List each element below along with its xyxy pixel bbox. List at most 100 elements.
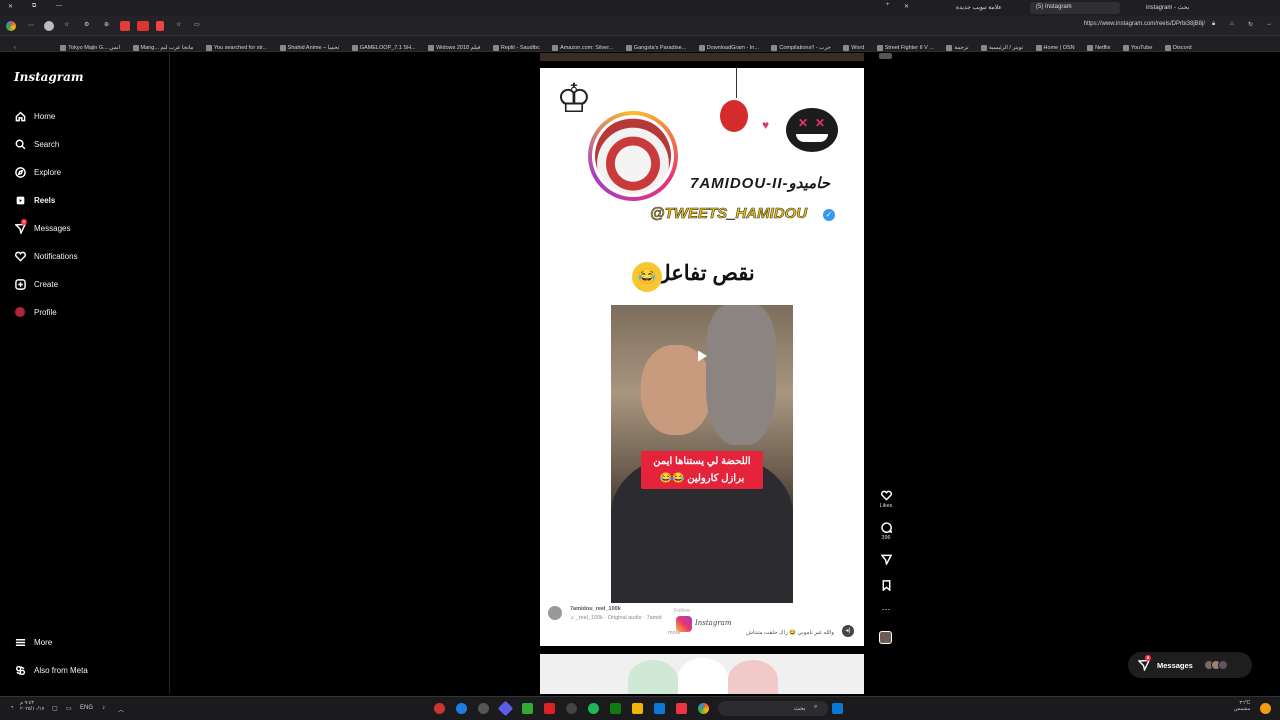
app-icon[interactable] — [478, 703, 489, 714]
adblock-icon[interactable] — [120, 21, 130, 31]
menu-dots-icon[interactable]: ⋯ — [28, 22, 34, 29]
next-reel-peek[interactable] — [540, 654, 864, 694]
save-button[interactable] — [879, 580, 893, 593]
bookmark-item[interactable]: Netflix — [1087, 40, 1110, 51]
comment-button[interactable]: 396 — [879, 522, 893, 541]
windows-start-icon[interactable] — [832, 703, 843, 714]
reload-icon[interactable]: ↻ — [1248, 21, 1253, 28]
minimize-icon[interactable]: — — [56, 3, 62, 9]
home-browser-icon[interactable]: ⌂ — [1230, 21, 1234, 27]
weather-icon[interactable] — [1260, 703, 1271, 714]
tray-expand-icon[interactable]: ︿ — [118, 705, 124, 714]
browser-logo-icon[interactable] — [6, 21, 16, 31]
bookmark-item[interactable]: تويتر / الرئيسية — [980, 40, 1023, 51]
nav-home-label: Home — [34, 111, 56, 121]
nav-create[interactable]: Create — [14, 276, 58, 292]
embedded-video[interactable]: اللحضة لي يستناها ايمن برازل كارولين 😂😂 — [611, 305, 793, 603]
instagram-logo[interactable]: Instagram — [14, 70, 84, 84]
nav-notifications[interactable]: Notifications — [14, 248, 78, 264]
app-icon[interactable] — [676, 703, 687, 714]
taskbar-search[interactable]: بحث ⌕ — [718, 701, 828, 716]
app-icon[interactable] — [434, 703, 445, 714]
restore-icon[interactable]: ⧉ — [32, 3, 36, 10]
bookmark-item[interactable]: Discord — [1164, 40, 1192, 51]
nav-profile[interactable]: Profile — [14, 304, 57, 320]
nav-explore[interactable]: Explore — [14, 164, 61, 180]
forward-icon[interactable]: → — [1266, 21, 1272, 27]
mic-icon[interactable]: ♪ — [102, 705, 105, 711]
bookmark-item[interactable]: Tokyo Majin G... انمي — [60, 40, 120, 51]
display-icon[interactable]: ▭ — [66, 705, 72, 712]
extension-icon[interactable]: ⚙ — [84, 21, 89, 28]
recent-contacts — [1203, 660, 1228, 670]
follow-button[interactable]: Follow — [674, 608, 690, 614]
nav-reels[interactable]: Reels — [14, 192, 55, 208]
bookmark-item[interactable]: You searched for str... — [205, 40, 267, 51]
store-icon[interactable] — [654, 703, 665, 714]
more-options-icon[interactable]: ⋯ — [879, 604, 893, 615]
bookmark-item[interactable]: Widows 2018 فيلم — [428, 40, 480, 51]
bookmark-star-icon[interactable]: ☆ — [176, 21, 181, 28]
reel-audio[interactable]: ♫ _reel_100k · Original audio · 7amid — [570, 615, 662, 621]
chrome-icon[interactable] — [698, 703, 709, 714]
profile-icon[interactable] — [44, 21, 54, 31]
reel-username[interactable]: 7amidou_reel_100k — [570, 606, 621, 612]
tab-new[interactable]: علامة تبويب جديدة — [950, 2, 1008, 14]
tab-search[interactable]: instagram - بحث — [1140, 2, 1195, 14]
likes-label: Likes — [879, 503, 893, 509]
nav-search[interactable]: Search — [14, 136, 59, 152]
reel-player[interactable]: ♔ ♥ ✕ ✕ 7AMIDOU-II-حاميدو @TWEETS_HAMIDO… — [540, 68, 864, 646]
bookmark-item[interactable]: Compilations!! - جرب — [771, 40, 831, 51]
previous-reel-peek[interactable] — [540, 53, 864, 61]
language-indicator[interactable]: ENG — [80, 705, 93, 711]
bookmark-item[interactable]: Replit - Saudibc — [492, 40, 540, 51]
bookmarks-back-icon[interactable]: ‹ — [14, 40, 16, 51]
weather[interactable]: ٣٦°C مشمس — [1234, 700, 1250, 712]
file-explorer-icon[interactable] — [632, 703, 643, 714]
bookmark-item[interactable]: GAMELOOP_7.1 SH... — [351, 40, 416, 51]
star-icon[interactable]: ☆ — [64, 21, 69, 28]
bookmark-item[interactable]: Home | OSN — [1035, 40, 1075, 51]
bookmark-item[interactable]: Gangsta's Paradise... — [625, 40, 686, 51]
nav-more[interactable]: More — [14, 634, 52, 650]
new-tab-icon[interactable]: + — [886, 2, 890, 8]
tab-close-icon[interactable]: ✕ — [904, 3, 909, 10]
bookmark-item[interactable]: Mang... ماتجا عرب ليم — [132, 40, 193, 51]
bookmark-item[interactable]: Amazon.com: Silver... — [552, 40, 613, 51]
adobe-icon[interactable] — [544, 703, 555, 714]
nav-messages[interactable]: 5 Messages — [14, 219, 70, 236]
nav-also-from-meta[interactable]: Also from Meta — [14, 662, 88, 678]
abp-icon[interactable] — [137, 21, 149, 31]
app-icon[interactable] — [497, 700, 514, 717]
sidepanel-icon[interactable]: ▭ — [194, 21, 200, 28]
bookmark-item[interactable]: Word — [843, 40, 864, 51]
puzzle-icon[interactable]: ⊕ — [104, 21, 109, 28]
spotify-icon[interactable] — [588, 703, 599, 714]
clock[interactable]: ٩:٤٣ م ٢٠٢٥/١٠/١٧ — [20, 700, 44, 712]
wifi-icon[interactable]: ◔ — [10, 705, 14, 711]
nav-home[interactable]: Home — [14, 108, 55, 124]
app-icon[interactable] — [566, 703, 577, 714]
volume-icon[interactable]: ◂) — [842, 625, 854, 637]
bookmark-item[interactable]: ترجمة — [946, 40, 969, 51]
bookmark-item[interactable]: DownloadGram - In... — [698, 40, 759, 51]
xbox-icon[interactable] — [610, 703, 621, 714]
pinterest-icon[interactable] — [156, 21, 164, 31]
reel-author-avatar[interactable] — [548, 606, 562, 620]
tab-instagram[interactable]: (5) Instagram — [1030, 2, 1120, 14]
notification-icon[interactable]: ▢ — [52, 705, 58, 712]
prev-reel-thumbnail[interactable] — [879, 53, 892, 59]
bookmark-item[interactable]: YouTube — [1122, 40, 1152, 51]
messages-pill[interactable]: 5 Messages — [1128, 652, 1252, 678]
play-icon[interactable] — [695, 349, 709, 363]
plus-square-icon — [14, 278, 26, 290]
url-field[interactable]: https://www.instagram.com/reels/DPrbi38j… — [1040, 21, 1205, 27]
app-icon[interactable] — [522, 703, 533, 714]
edge-icon[interactable] — [456, 703, 467, 714]
audio-thumbnail[interactable] — [879, 631, 892, 644]
share-button[interactable] — [879, 554, 893, 567]
bookmark-item[interactable]: Street Fighter II V ... — [876, 40, 934, 51]
close-icon[interactable]: ✕ — [8, 3, 13, 10]
bookmark-item[interactable]: Shahid Anime – تحميا — [279, 40, 339, 51]
like-button[interactable]: Likes — [879, 490, 893, 509]
